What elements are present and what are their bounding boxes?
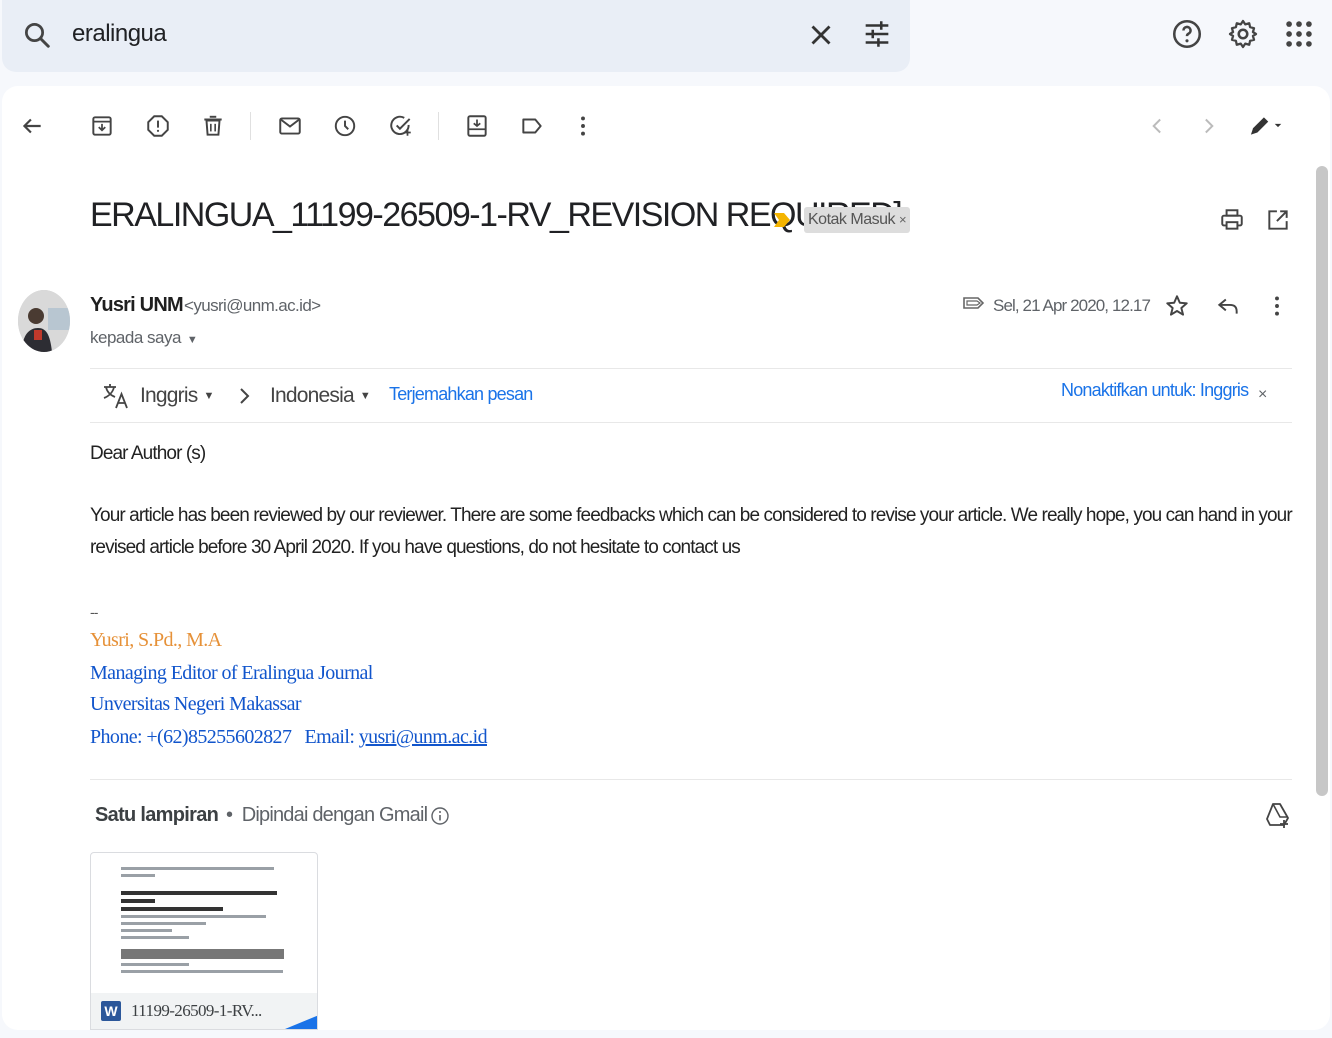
archive-button[interactable]	[84, 108, 120, 144]
signature-contact: Phone: +(62)85255602827 Email: yusri@unm…	[90, 726, 488, 749]
signature-name: Yusri, S.Pd., M.A	[90, 629, 222, 651]
mark-unread-button[interactable]	[272, 108, 308, 144]
attachment-file-name: 11199-26509-1-RV...	[131, 1001, 262, 1020]
chevron-right-icon	[240, 388, 250, 404]
target-language-select[interactable]: Indonesia ▼	[270, 384, 371, 408]
attachment-footer: W 11199-26509-1-RV...	[91, 993, 317, 1029]
sender-email: <yusri@unm.ac.id>	[184, 296, 321, 315]
signature-separator: --	[90, 604, 98, 620]
divider	[90, 368, 1292, 369]
message-more-button[interactable]	[1261, 290, 1293, 322]
signature-email-link[interactable]: yusri@unm.ac.id	[359, 726, 488, 748]
signature-organization: Unversitas Negeri Makassar	[90, 693, 302, 715]
edit-pencil-icon	[1250, 117, 1282, 135]
reply-button[interactable]	[1212, 290, 1244, 322]
caret-down-icon: ▼	[359, 390, 371, 403]
important-marker-icon[interactable]	[772, 212, 792, 228]
close-translation-bar-icon[interactable]: ×	[1258, 386, 1267, 404]
recipient-details-toggle[interactable]: kepada saya ▼	[90, 328, 198, 348]
back-arrow-icon	[22, 118, 41, 134]
avatar-photo-icon	[18, 290, 70, 352]
snooze-button[interactable]	[327, 108, 363, 144]
apps-grid-icon[interactable]	[1282, 16, 1316, 52]
add-task-icon	[390, 115, 411, 136]
open-new-window-button[interactable]	[1260, 202, 1296, 238]
attachment-card[interactable]: W 11199-26509-1-RV...	[90, 852, 318, 1030]
chevron-right-icon	[1205, 118, 1214, 134]
email-date: Sel, 21 Apr 2020, 12.17	[993, 296, 1151, 315]
bullet-separator: •	[226, 804, 233, 826]
translate-icon	[103, 384, 128, 409]
print-button[interactable]	[1214, 202, 1250, 238]
target-language-label: Indonesia	[270, 384, 355, 407]
email-body-line: Your article has been reviewed by our re…	[90, 505, 1293, 526]
source-language-select[interactable]: Inggris ▼	[140, 384, 214, 408]
signature-title: Managing Editor of Eralingua Journal	[90, 662, 373, 684]
move-to-button[interactable]	[459, 108, 495, 144]
move-to-icon	[467, 115, 487, 137]
word-document-icon: W	[101, 1001, 121, 1021]
delete-button[interactable]	[195, 108, 231, 144]
email-body-line: revised article before 30 April 2020. If…	[90, 537, 741, 558]
source-language-label: Inggris	[140, 384, 198, 407]
settings-gear-icon[interactable]	[1226, 16, 1260, 52]
attachments-scan-info: • Dipindai dengan Gmail	[226, 804, 428, 827]
archive-icon	[92, 116, 112, 136]
mark-unread-icon	[279, 117, 301, 135]
disable-translation-link[interactable]: Nonaktifkan untuk: Inggris	[1061, 380, 1249, 401]
label-button[interactable]	[514, 108, 550, 144]
sender-name[interactable]: Yusri UNM	[90, 294, 184, 317]
delete-icon	[204, 115, 222, 136]
newer-button[interactable]	[1140, 108, 1176, 144]
scrollbar[interactable]	[1316, 166, 1328, 796]
help-icon[interactable]	[1170, 16, 1204, 52]
star-button[interactable]	[1161, 290, 1193, 322]
caret-down-icon: ▼	[203, 390, 214, 403]
search-options-icon[interactable]	[860, 16, 894, 52]
divider	[90, 422, 1292, 423]
email-greeting: Dear Author (s)	[90, 443, 206, 464]
translate-message-link[interactable]: Terjemahkan pesan	[389, 384, 533, 405]
search-input[interactable]: eralingua	[72, 20, 167, 48]
more-options-button[interactable]	[565, 108, 601, 144]
toolbar-separator	[438, 112, 439, 140]
add-to-drive-icon[interactable]	[1263, 800, 1293, 830]
snooze-icon	[334, 115, 356, 137]
report-spam-icon	[147, 115, 169, 137]
older-button[interactable]	[1190, 108, 1226, 144]
label-tag-icon	[963, 297, 985, 309]
attachment-corner-icon	[285, 1015, 317, 1029]
inbox-label-chip[interactable]: Kotak Masuk ×	[804, 207, 911, 233]
search-icon[interactable]	[22, 20, 52, 50]
clear-search-icon[interactable]	[804, 18, 838, 52]
attachment-preview	[121, 867, 291, 977]
more-vert-icon	[1275, 296, 1279, 316]
input-tools-button[interactable]	[1240, 108, 1290, 144]
open-in-new-icon	[1268, 210, 1288, 230]
recipient-text: kepada saya	[90, 328, 181, 347]
info-icon[interactable]	[430, 806, 450, 826]
remove-label-icon[interactable]: ×	[899, 212, 907, 227]
divider	[90, 779, 1292, 780]
attachments-title: Satu lampiran	[95, 804, 219, 826]
print-icon	[1221, 209, 1243, 230]
chevron-left-icon	[1152, 118, 1161, 134]
sender-avatar[interactable]	[18, 290, 70, 352]
search-box[interactable]: eralingua	[2, 0, 910, 72]
more-vert-icon	[581, 116, 585, 136]
signature-phone: Phone: +(62)85255602827 Email:	[90, 726, 359, 748]
label-chip-text: Kotak Masuk	[808, 211, 895, 228]
toolbar-separator	[250, 112, 251, 140]
report-spam-button[interactable]	[140, 108, 176, 144]
scan-text: Dipindai dengan Gmail	[241, 804, 428, 826]
label-icon	[522, 118, 542, 134]
top-bar: eralingua	[0, 0, 1332, 78]
reply-icon	[1217, 298, 1238, 314]
caret-down-icon: ▼	[186, 334, 198, 346]
back-button[interactable]	[14, 108, 50, 144]
star-icon	[1166, 295, 1188, 316]
add-task-button[interactable]	[383, 108, 419, 144]
